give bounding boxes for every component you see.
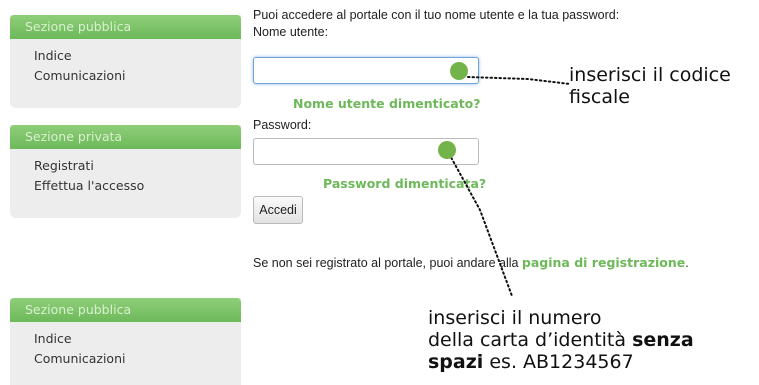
password-hint-bold-senza: senza [632,329,694,351]
password-marker-dot [438,141,456,159]
username-hint-line1: inserisci il codice [569,64,731,86]
password-hint-bold-spazi: spazi [428,351,484,373]
username-hint-line2: fiscale [569,86,630,108]
password-hint-line2: della carta d’identità senza [428,329,694,351]
password-hint-line3: spazi es. AB1234567 [428,351,694,373]
password-hint: inserisci il numero della carta d’identi… [428,307,694,373]
password-hint-example: es. AB1234567 [483,351,634,373]
username-connector [467,76,571,85]
username-marker-dot [450,62,468,80]
password-hint-line1: inserisci il numero [428,307,602,329]
password-hint-line2-text: della carta d’identità [428,329,633,351]
username-hint: inserisci il codice fiscale [569,64,731,108]
password-connector [446,149,513,297]
